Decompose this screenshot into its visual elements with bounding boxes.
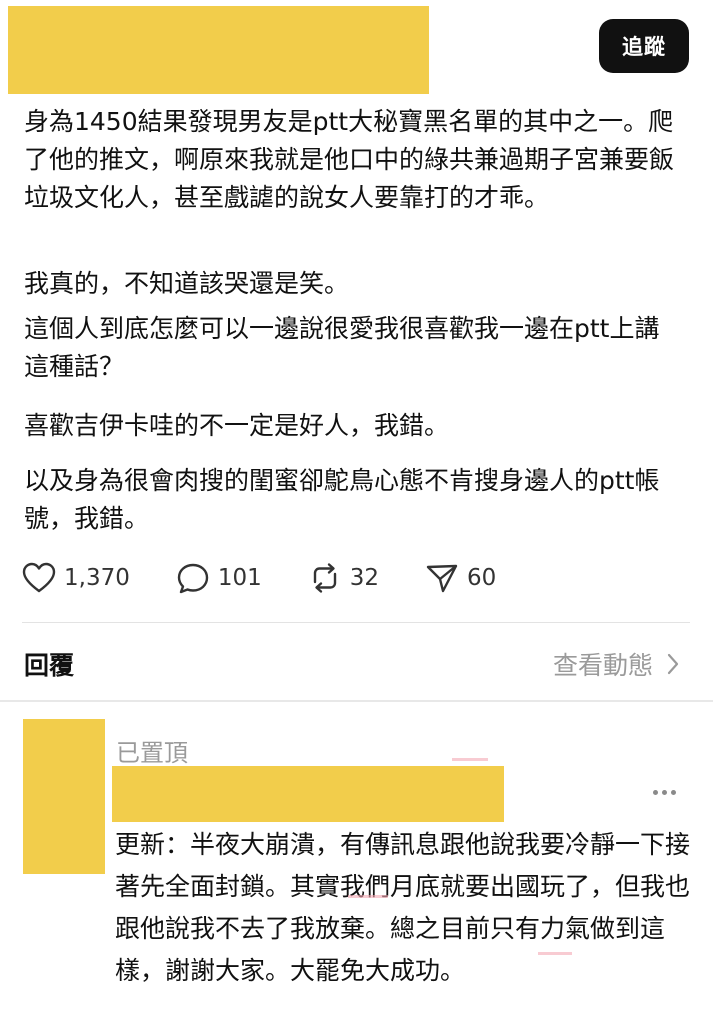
redacted-author-header — [8, 6, 429, 94]
redacted-avatar — [23, 719, 105, 874]
repost-count: 32 — [349, 565, 380, 591]
view-activity-link[interactable]: 查看動態 — [553, 646, 679, 682]
comment-count: 101 — [217, 565, 262, 591]
annotation-mark — [538, 952, 572, 955]
replies-heading: 回覆 — [24, 651, 75, 680]
repost-icon — [313, 563, 336, 593]
divider — [22, 622, 690, 623]
post-paragraph: 身為1450結果發現男友是ptt大秘寶黑名單的其中之一。爬了他的推文，啊原來我就… — [24, 107, 675, 212]
like-button[interactable]: 1,370 — [22, 562, 130, 594]
section-divider — [0, 700, 713, 702]
post-actions: 1,370 101 32 60 — [22, 558, 542, 598]
share-button[interactable]: 60 — [425, 562, 496, 594]
more-options-icon[interactable] — [653, 790, 680, 795]
like-count: 1,370 — [64, 565, 130, 591]
post-paragraph: 我真的，不知道該哭還是笑。 — [24, 269, 350, 298]
post-paragraph: 以及身為很會肉搜的閨蜜卻鴕鳥心態不肯搜身邊人的ptt帳號，我錯。 — [24, 466, 660, 533]
reply-text: 更新：半夜大崩潰，有傳訊息跟他說我要冷靜一下接著先全面封鎖。其實我們月底就要出國… — [115, 830, 691, 985]
view-activity-label: 查看動態 — [552, 651, 653, 680]
redacted-username — [112, 766, 504, 822]
post-paragraph: 這個人到底怎麼可以一邊說很愛我很喜歡我一邊在ptt上講這種話？ — [24, 314, 660, 381]
post-paragraph: 喜歡吉伊卡哇的不一定是好人，我錯。 — [24, 411, 450, 440]
heart-icon — [22, 562, 56, 593]
comment-icon — [177, 563, 209, 594]
pinned-label: 已置頂 — [116, 739, 188, 767]
annotation-mark — [348, 895, 388, 898]
share-count: 60 — [467, 565, 497, 591]
comment-button[interactable]: 101 — [176, 562, 262, 594]
repost-button[interactable]: 32 — [308, 562, 379, 594]
send-icon — [426, 564, 458, 593]
chevron-right-icon — [667, 653, 679, 675]
annotation-mark — [452, 758, 488, 761]
follow-button[interactable]: 追蹤 — [599, 19, 689, 73]
